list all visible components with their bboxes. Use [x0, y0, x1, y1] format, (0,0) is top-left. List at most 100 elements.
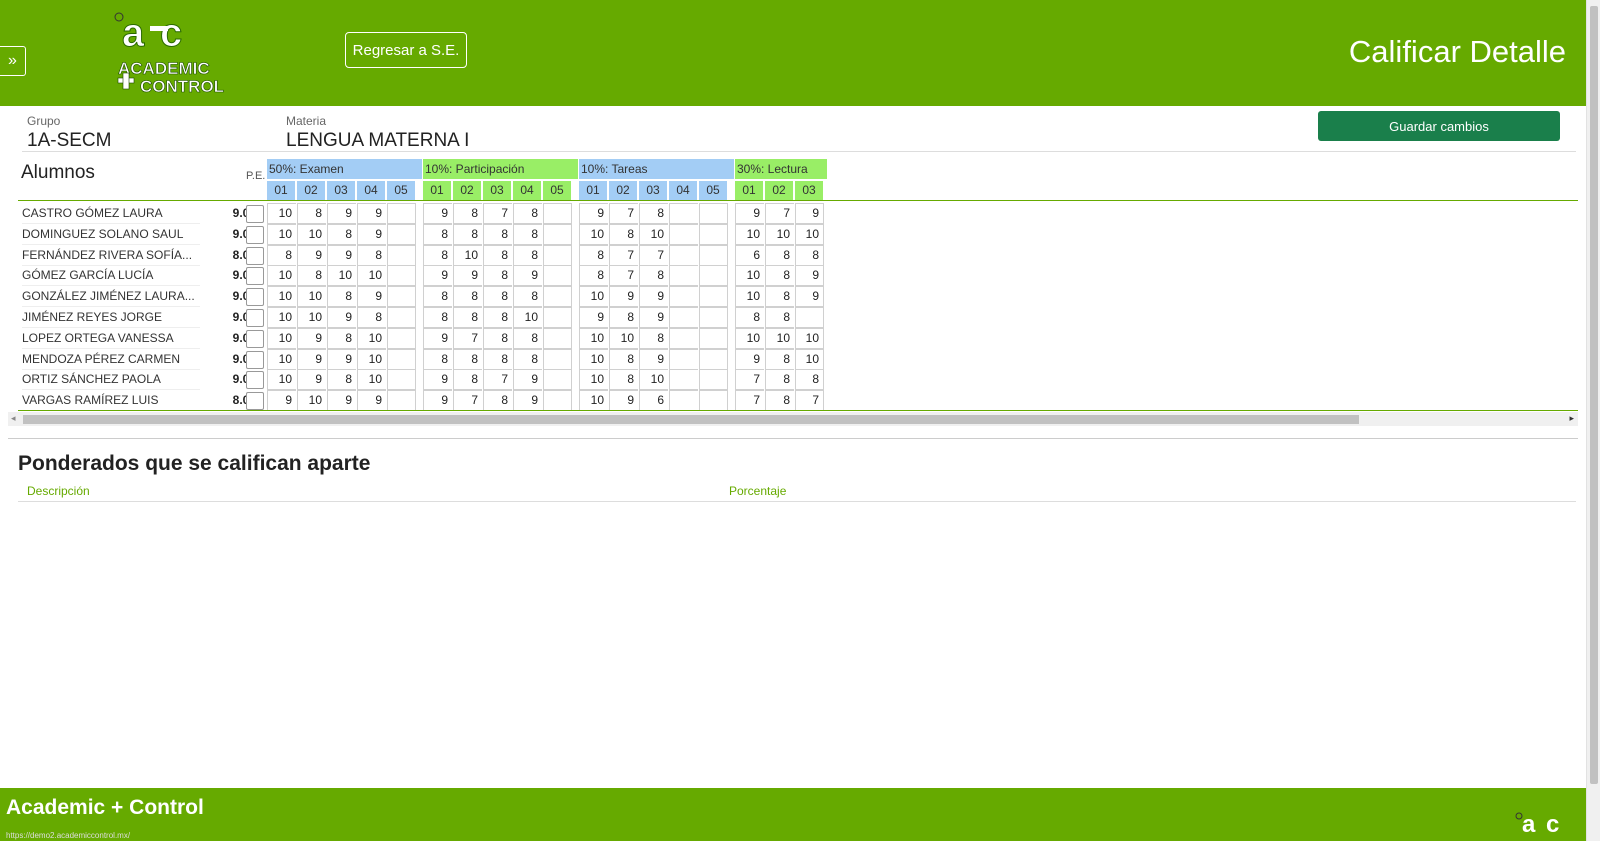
grade-cell[interactable]: 10 — [297, 307, 326, 328]
grade-cell[interactable]: 9 — [357, 286, 386, 308]
grade-cell[interactable]: 9 — [579, 203, 608, 224]
grade-cell[interactable]: 7 — [609, 265, 638, 287]
grade-cell[interactable]: 8 — [453, 223, 482, 245]
grade-cell[interactable] — [669, 390, 698, 412]
grade-cell[interactable]: 10 — [327, 265, 356, 287]
scrollbar-thumb[interactable] — [1590, 6, 1598, 784]
grade-cell[interactable]: 8 — [423, 307, 452, 328]
grade-cell[interactable]: 8 — [327, 223, 356, 245]
grade-cell[interactable]: 10 — [579, 369, 608, 391]
grade-cell[interactable]: 10 — [357, 327, 386, 349]
grade-cell[interactable] — [543, 390, 572, 412]
grade-cell[interactable] — [669, 307, 698, 328]
grade-cell[interactable]: 7 — [453, 327, 482, 349]
grade-cell[interactable]: 10 — [579, 286, 608, 308]
grade-cell[interactable]: 8 — [267, 244, 296, 266]
grade-cell[interactable] — [699, 327, 728, 349]
grade-cell[interactable]: 7 — [735, 390, 764, 412]
grade-cell[interactable] — [699, 265, 728, 287]
grade-cell[interactable]: 10 — [267, 265, 296, 287]
grade-cell[interactable]: 10 — [579, 327, 608, 349]
grade-cell[interactable] — [699, 390, 728, 412]
grade-cell[interactable]: 9 — [795, 203, 824, 224]
grade-cell[interactable]: 8 — [735, 307, 764, 328]
grade-cell[interactable]: 10 — [765, 223, 794, 245]
grade-cell[interactable]: 8 — [513, 203, 542, 224]
grade-cell[interactable]: 8 — [609, 307, 638, 328]
grade-cell[interactable]: 8 — [453, 286, 482, 308]
grade-cell[interactable]: 9 — [297, 369, 326, 391]
grade-cell[interactable]: 10 — [297, 223, 326, 245]
grade-cell[interactable] — [543, 369, 572, 391]
grade-cell[interactable]: 9 — [423, 369, 452, 391]
grade-cell[interactable] — [387, 244, 416, 266]
grade-cell[interactable]: 8 — [609, 223, 638, 245]
pe-checkbox[interactable] — [246, 225, 264, 244]
grade-cell[interactable] — [543, 203, 572, 224]
grade-cell[interactable]: 10 — [735, 286, 764, 308]
grade-cell[interactable] — [699, 369, 728, 391]
grade-cell[interactable]: 8 — [483, 286, 512, 308]
grade-cell[interactable]: 8 — [639, 265, 668, 287]
grade-cell[interactable] — [387, 307, 416, 328]
pe-checkbox[interactable] — [246, 350, 264, 369]
grade-cell[interactable]: 8 — [327, 327, 356, 349]
grade-cell[interactable]: 8 — [513, 286, 542, 308]
grade-cell[interactable] — [669, 223, 698, 245]
grade-cell[interactable] — [543, 307, 572, 328]
grade-cell[interactable]: 8 — [453, 203, 482, 224]
grade-cell[interactable]: 8 — [453, 348, 482, 370]
grade-cell[interactable]: 10 — [267, 307, 296, 328]
grade-cell[interactable]: 10 — [735, 265, 764, 287]
grade-cell[interactable] — [699, 286, 728, 308]
grade-cell[interactable] — [699, 307, 728, 328]
grade-cell[interactable]: 10 — [735, 327, 764, 349]
grade-cell[interactable] — [543, 223, 572, 245]
grade-cell[interactable] — [669, 203, 698, 224]
pe-checkbox[interactable] — [246, 267, 264, 286]
grade-cell[interactable]: 8 — [579, 265, 608, 287]
grade-cell[interactable]: 10 — [579, 223, 608, 245]
grade-cell[interactable] — [669, 348, 698, 370]
grade-cell[interactable]: 8 — [327, 286, 356, 308]
grade-cell[interactable]: 9 — [795, 286, 824, 308]
grade-cell[interactable]: 7 — [765, 203, 794, 224]
grade-cell[interactable] — [699, 203, 728, 224]
grade-cell[interactable]: 7 — [735, 369, 764, 391]
grade-cell[interactable] — [387, 348, 416, 370]
grade-cell[interactable]: 9 — [579, 307, 608, 328]
grade-cell[interactable]: 8 — [765, 244, 794, 266]
grade-cell[interactable]: 10 — [579, 348, 608, 370]
grade-cell[interactable]: 8 — [765, 265, 794, 287]
grade-cell[interactable]: 8 — [423, 223, 452, 245]
pe-checkbox[interactable] — [246, 392, 264, 411]
pe-checkbox[interactable] — [246, 329, 264, 348]
grade-cell[interactable]: 7 — [453, 390, 482, 412]
grade-cell[interactable]: 8 — [513, 348, 542, 370]
grade-cell[interactable]: 8 — [423, 286, 452, 308]
grade-cell[interactable]: 9 — [357, 223, 386, 245]
grade-cell[interactable]: 8 — [483, 327, 512, 349]
grade-cell[interactable]: 8 — [483, 307, 512, 328]
grade-cell[interactable] — [699, 223, 728, 245]
grade-cell[interactable]: 8 — [423, 244, 452, 266]
grade-cell[interactable]: 8 — [795, 369, 824, 391]
grade-cell[interactable]: 8 — [513, 327, 542, 349]
pe-checkbox[interactable] — [246, 309, 264, 327]
grade-cell[interactable]: 8 — [453, 369, 482, 391]
grade-cell[interactable]: 8 — [327, 369, 356, 391]
grade-cell[interactable]: 8 — [483, 390, 512, 412]
grade-cell[interactable]: 10 — [267, 286, 296, 308]
grade-cell[interactable]: 9 — [327, 307, 356, 328]
grade-cell[interactable]: 10 — [267, 369, 296, 391]
grade-cell[interactable]: 8 — [639, 203, 668, 224]
grade-cell[interactable]: 9 — [357, 390, 386, 412]
grade-cell[interactable] — [387, 223, 416, 245]
grade-cell[interactable]: 10 — [795, 348, 824, 370]
grade-cell[interactable] — [669, 265, 698, 287]
grade-cell[interactable]: 10 — [795, 327, 824, 349]
save-changes-button[interactable]: Guardar cambios — [1318, 111, 1560, 141]
grade-cell[interactable]: 9 — [609, 286, 638, 308]
grade-cell[interactable]: 10 — [267, 327, 296, 349]
grade-cell[interactable]: 9 — [639, 307, 668, 328]
